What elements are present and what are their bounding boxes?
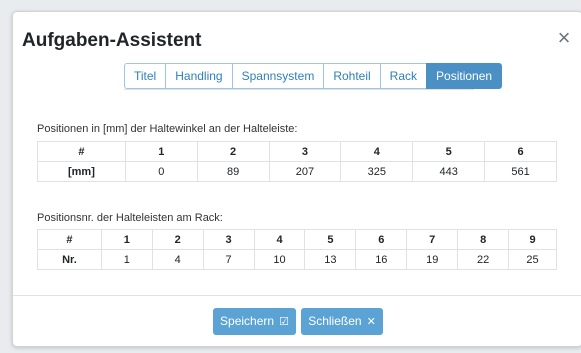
header-cell: 6 <box>484 141 557 162</box>
row-label-cell: Nr. <box>37 249 102 270</box>
tab-rack[interactable]: Rack <box>379 63 428 89</box>
value-cell[interactable]: 10 <box>253 249 306 270</box>
rack-table: # 1 2 3 4 5 6 7 8 9 Nr. 1 4 7 10 13 16 1… <box>37 229 557 270</box>
header-cell: 9 <box>508 229 557 250</box>
header-cell: 5 <box>412 141 486 162</box>
footer-divider <box>13 295 581 296</box>
header-cell: 2 <box>196 141 270 162</box>
tab-positionen[interactable]: Positionen <box>426 63 503 89</box>
header-cell: # <box>37 229 102 250</box>
save-button-label: Speichern <box>220 314 275 328</box>
header-cell: 2 <box>151 229 204 250</box>
value-cell[interactable]: 16 <box>355 249 408 270</box>
close-button-label: Schließen <box>308 314 362 328</box>
tab-rohteil[interactable]: Rohteil <box>323 63 381 89</box>
tab-titel[interactable]: Titel <box>124 63 167 89</box>
table-row: Nr. 1 4 7 10 13 16 19 22 25 <box>37 249 557 270</box>
table-header-row: # 1 2 3 4 5 6 7 8 9 <box>37 229 557 250</box>
value-cell[interactable]: 22 <box>457 249 510 270</box>
close-icon[interactable]: × <box>554 27 574 49</box>
tab-divider <box>124 89 474 90</box>
close-button[interactable]: Schließen ✕ <box>301 308 383 335</box>
header-cell: 8 <box>457 229 510 250</box>
header-cell: 7 <box>406 229 459 250</box>
value-cell[interactable]: 89 <box>196 161 270 182</box>
rack-label: Positionsnr. der Halteleisten am Rack: <box>37 212 223 224</box>
header-cell: 1 <box>100 229 153 250</box>
tab-spannsystem[interactable]: Spannsystem <box>231 63 325 89</box>
value-cell[interactable]: 443 <box>412 161 486 182</box>
row-label-cell: [mm] <box>37 161 126 182</box>
header-cell: 5 <box>304 229 357 250</box>
header-cell: 6 <box>355 229 408 250</box>
positions-label: Positionen in [mm] der Haltewinkel an de… <box>37 123 298 135</box>
table-header-row: # 1 2 3 4 5 6 <box>37 141 557 162</box>
task-wizard-dialog: Aufgaben-Assistent × Titel Handling Span… <box>12 11 581 347</box>
positions-table: # 1 2 3 4 5 6 [mm] 0 89 207 325 443 561 <box>37 141 557 182</box>
checkbox-icon: ☑ <box>279 316 289 328</box>
save-button[interactable]: Speichern ☑ <box>213 308 296 335</box>
header-cell: 4 <box>253 229 306 250</box>
table-row: [mm] 0 89 207 325 443 561 <box>37 161 557 182</box>
value-cell[interactable]: 13 <box>304 249 357 270</box>
value-cell[interactable]: 207 <box>268 161 342 182</box>
header-cell: 4 <box>340 141 414 162</box>
close-x-icon: ✕ <box>366 316 376 328</box>
tab-handling[interactable]: Handling <box>165 63 233 89</box>
header-cell: 3 <box>268 141 342 162</box>
value-cell[interactable]: 1 <box>100 249 153 270</box>
value-cell[interactable]: 561 <box>484 161 557 182</box>
header-cell: # <box>37 141 126 162</box>
value-cell[interactable]: 19 <box>406 249 459 270</box>
dialog-title: Aufgaben-Assistent <box>22 30 202 51</box>
value-cell[interactable]: 325 <box>340 161 414 182</box>
value-cell[interactable]: 4 <box>151 249 204 270</box>
value-cell[interactable]: 7 <box>202 249 255 270</box>
value-cell[interactable]: 0 <box>124 161 198 182</box>
header-cell: 3 <box>202 229 255 250</box>
tab-bar: Titel Handling Spannsystem Rohteil Rack … <box>124 63 503 89</box>
header-cell: 1 <box>124 141 198 162</box>
value-cell[interactable]: 25 <box>508 249 557 270</box>
